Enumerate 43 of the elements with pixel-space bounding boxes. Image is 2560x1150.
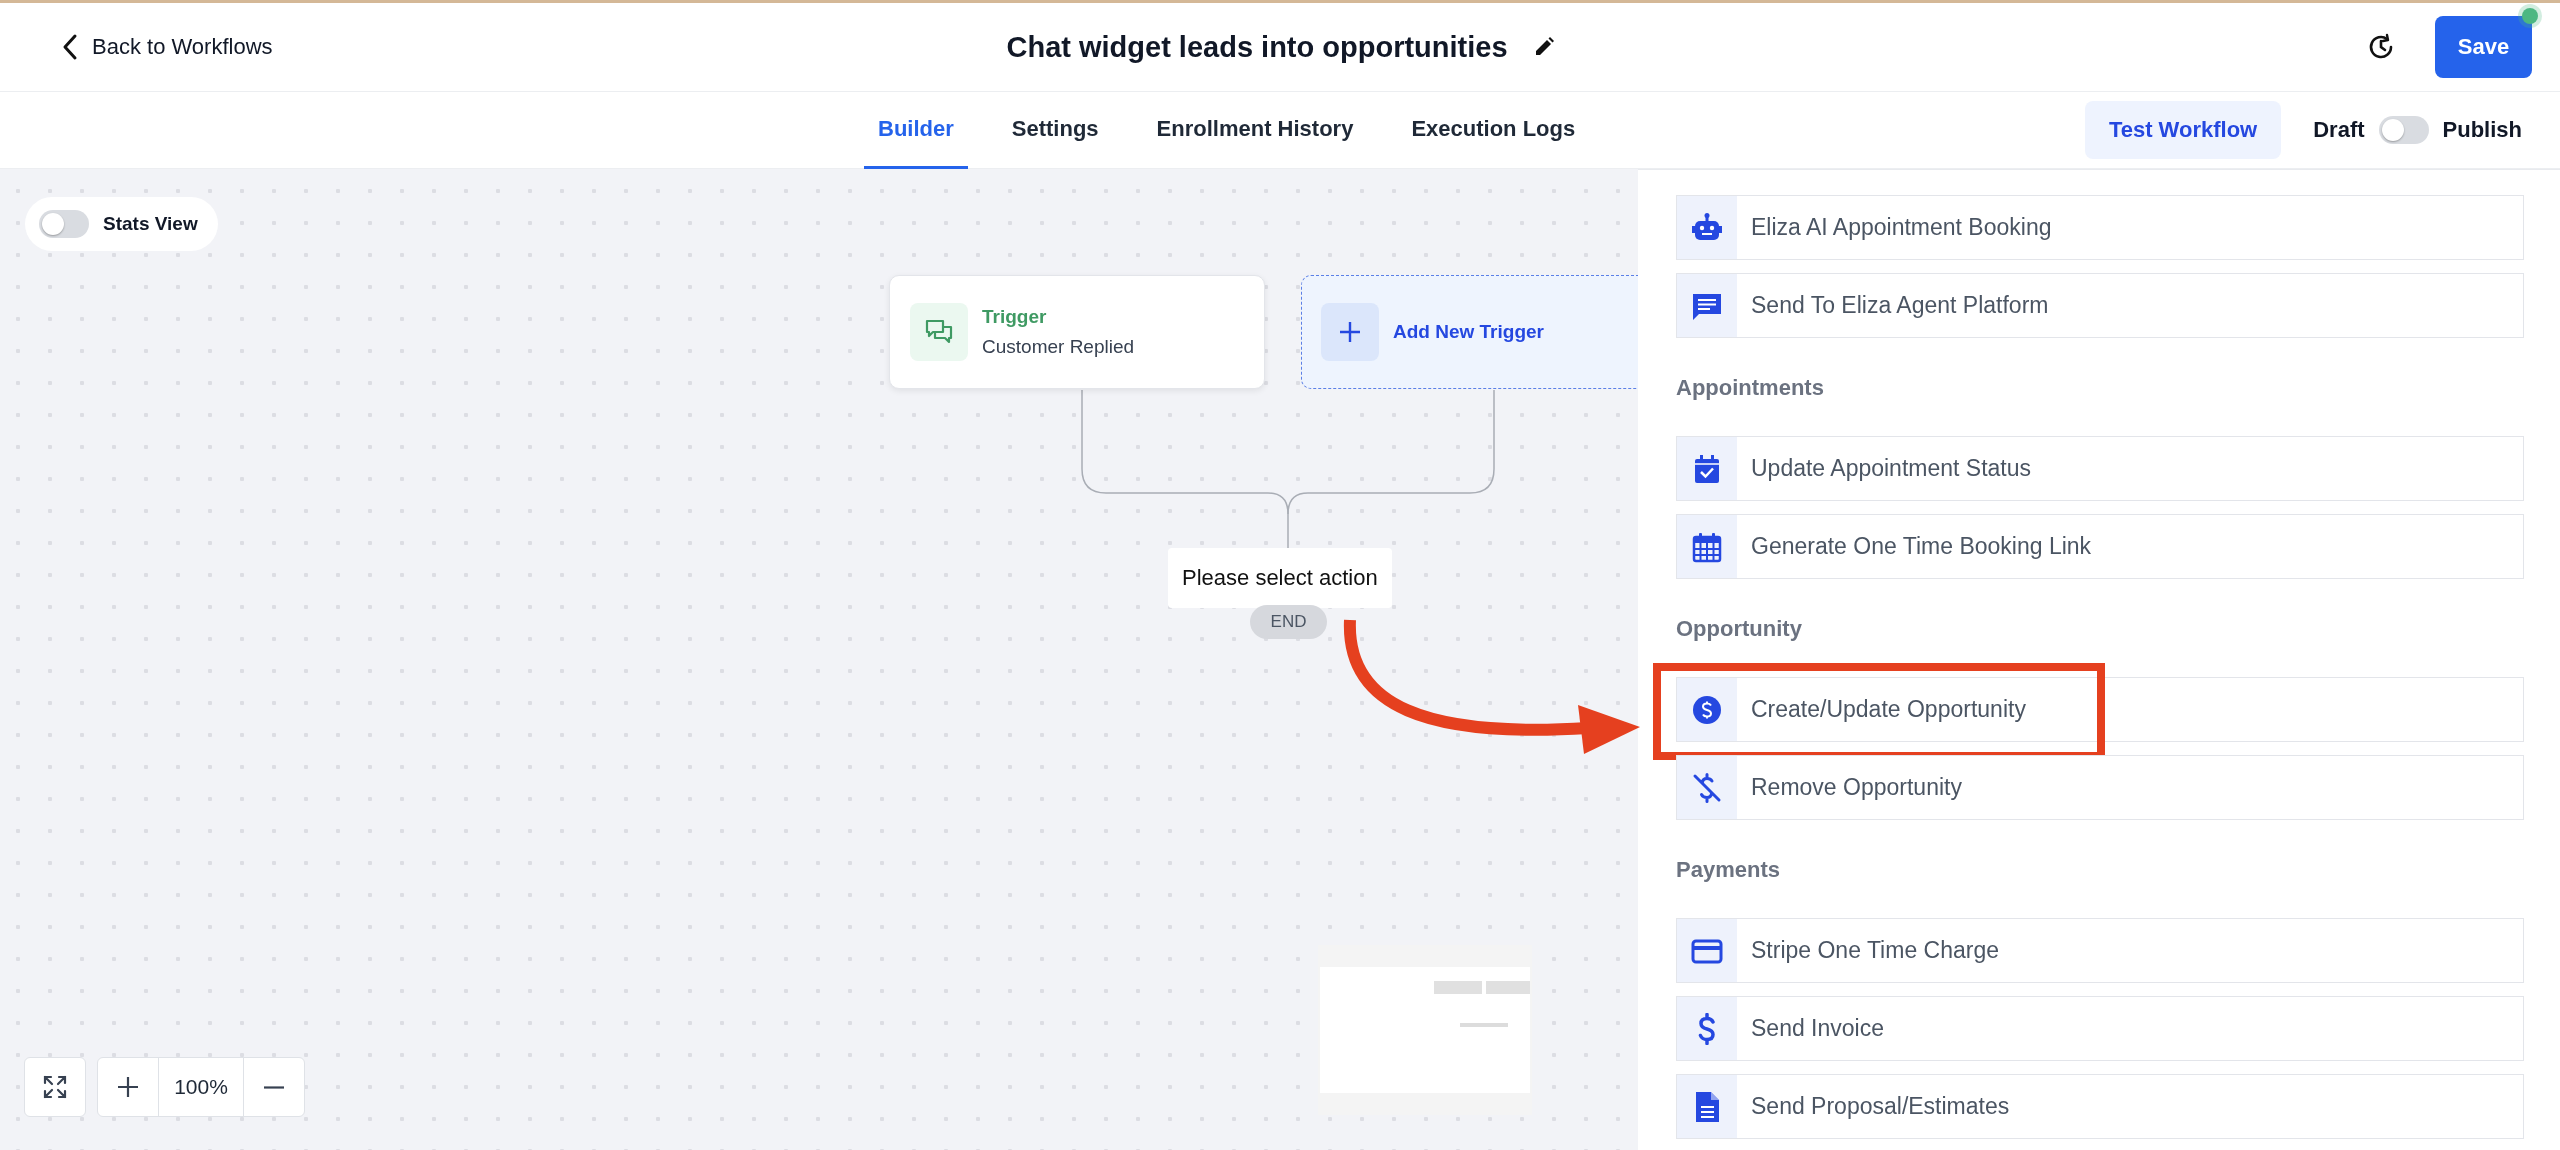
tab[interactable]: Enrollment History — [1142, 92, 1368, 169]
plus-icon — [1321, 303, 1379, 361]
publish-toggle[interactable] — [2378, 116, 2429, 144]
publish-label: Publish — [2442, 117, 2522, 143]
trigger-event: Customer Replied — [982, 336, 1135, 358]
action-item[interactable]: Send Proposal/Estimates — [1676, 1074, 2524, 1139]
section-heading: Appointments — [1676, 374, 1825, 402]
action-item[interactable]: Update Appointment Status — [1676, 436, 2524, 501]
history-icon[interactable] — [2367, 33, 2395, 61]
minus-icon — [263, 1085, 285, 1089]
save-button[interactable]: Save — [2435, 16, 2532, 78]
crossed-dollar-icon — [1691, 771, 1723, 804]
action-item[interactable]: Send To Eliza Agent Platform — [1676, 273, 2524, 338]
action-item[interactable]: Stripe One Time Charge — [1676, 918, 2524, 983]
trigger-node[interactable]: Trigger Customer Replied — [889, 275, 1265, 389]
back-link[interactable]: Back to Workflows — [92, 34, 273, 60]
status-dot-icon — [2522, 8, 2538, 24]
test-workflow-button[interactable]: Test Workflow — [2084, 101, 2282, 159]
calendar-icon — [1691, 530, 1723, 563]
back-chevron-icon[interactable] — [62, 33, 78, 61]
draft-label: Draft — [2313, 117, 2365, 143]
stats-view-label: Stats View — [103, 213, 198, 235]
trigger-title: Trigger — [982, 306, 1048, 328]
tab[interactable]: Settings — [997, 92, 1113, 169]
workflow-title: Chat widget leads into opportunities — [1006, 30, 1508, 64]
action-item[interactable]: Generate One Time Booking Link — [1676, 514, 2524, 579]
add-trigger-label: Add New Trigger — [1393, 321, 1544, 343]
tab[interactable]: Execution Logs — [1397, 92, 1590, 169]
pencil-icon[interactable] — [1533, 37, 1554, 57]
plus-icon — [117, 1076, 139, 1098]
section-heading: Opportunity — [1676, 615, 1803, 643]
zoom-level: 100% — [158, 1058, 244, 1116]
end-marker: END — [1250, 605, 1327, 639]
action-item[interactable]: Eliza AI Appointment Booking — [1676, 195, 2524, 260]
action-item[interactable]: Remove Opportunity — [1676, 755, 2524, 820]
stats-view-toggle[interactable] — [39, 210, 89, 238]
dollar-coin-icon — [1691, 693, 1723, 726]
add-trigger-node[interactable]: Add New Trigger — [1301, 275, 1638, 389]
action-placeholder[interactable]: Please select action — [1168, 548, 1392, 608]
action-item[interactable]: Create/Update Opportunity — [1676, 677, 2524, 742]
section-heading: Payments — [1676, 856, 1781, 884]
action-item[interactable]: Send Invoice — [1676, 996, 2524, 1061]
chat-bubbles-icon — [910, 303, 968, 361]
